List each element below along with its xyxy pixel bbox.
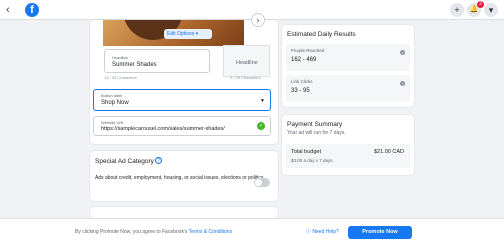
terms-notice: By clicking Promote Now, you agree to Fa… bbox=[75, 229, 232, 235]
people-reached-value: 162 - 469 bbox=[291, 57, 317, 63]
button-label-caption: Button label bbox=[101, 93, 123, 98]
website-url-label: Website URL bbox=[101, 120, 125, 125]
special-ad-category-card: Special Ad Category ? Ads about credit, … bbox=[90, 151, 278, 201]
create-plus-icon[interactable]: + bbox=[450, 3, 464, 17]
help-question-icon[interactable]: ? bbox=[155, 157, 162, 164]
facebook-logo-icon[interactable]: f bbox=[25, 3, 39, 17]
headline2-label: Headline bbox=[236, 60, 258, 66]
headline-label: Headline bbox=[112, 55, 128, 60]
total-budget-label: Total budget bbox=[291, 149, 321, 155]
info-icon[interactable]: i bbox=[400, 81, 405, 86]
payment-summary-subtitle: Your ad will run for 7 days. bbox=[287, 130, 346, 136]
carousel-next-icon[interactable]: › bbox=[251, 13, 265, 27]
people-reached-box: People Reached 162 - 469 i bbox=[286, 44, 410, 71]
need-help-label: Need Help? bbox=[312, 229, 339, 235]
special-ad-title: Special Ad Category bbox=[95, 158, 154, 165]
notification-count-badge: 2 bbox=[477, 1, 484, 8]
headline2-char-count: 0 / 25 Characters bbox=[230, 75, 261, 80]
link-clicks-value: 33 - 95 bbox=[291, 88, 310, 94]
headline-char-count: 13 / 25 Characters bbox=[104, 75, 137, 80]
valid-check-icon: ✓ bbox=[257, 122, 265, 130]
payment-summary-title: Payment Summary bbox=[287, 121, 343, 128]
next-card-headline-field[interactable]: Headline bbox=[223, 45, 270, 77]
total-budget-value: $21.00 CAD bbox=[374, 149, 404, 155]
account-menu-icon[interactable]: ▾ bbox=[484, 3, 498, 17]
people-reached-label: People Reached bbox=[291, 48, 325, 53]
website-url-value: https://samplecarousel.com/sales/summer-… bbox=[101, 126, 225, 132]
special-ad-toggle[interactable] bbox=[254, 178, 270, 187]
link-clicks-label: Link Clicks bbox=[291, 79, 313, 84]
back-arrow-icon[interactable]: ‹ bbox=[6, 4, 10, 16]
terms-link[interactable]: Terms & Conditions bbox=[189, 229, 232, 235]
need-help-link[interactable]: ⓘ Need Help? bbox=[306, 228, 339, 235]
special-ad-description: Ads about credit, employment, housing, o… bbox=[95, 175, 264, 181]
edit-options-button[interactable]: Edit Options ▾ bbox=[164, 29, 212, 39]
help-icon: ⓘ bbox=[306, 229, 312, 235]
total-budget-box: Total budget $21.00 CAD $3.00 a day x 7 … bbox=[286, 144, 410, 168]
button-label-select[interactable]: Button label Shop Now ▼ bbox=[93, 89, 271, 111]
terms-prefix: By clicking Promote Now, you agree to Fa… bbox=[75, 229, 188, 235]
button-label-value: Shop Now bbox=[101, 100, 129, 106]
dropdown-caret-icon: ▼ bbox=[260, 98, 265, 104]
website-url-field[interactable]: Website URL https://samplecarousel.com/s… bbox=[93, 116, 271, 136]
link-clicks-box: Link Clicks 33 - 95 i bbox=[286, 75, 410, 102]
headline-field[interactable]: Headline Summer Shades bbox=[104, 49, 210, 73]
total-budget-detail: $3.00 a day x 7 days. bbox=[291, 158, 334, 163]
promote-now-button[interactable]: Promote Now bbox=[348, 226, 412, 239]
estimated-results-title: Estimated Daily Results bbox=[287, 31, 356, 38]
info-icon[interactable]: i bbox=[400, 50, 405, 55]
footer-bar: By clicking Promote Now, you agree to Fa… bbox=[0, 218, 504, 245]
headline-value: Summer Shades bbox=[112, 62, 157, 68]
